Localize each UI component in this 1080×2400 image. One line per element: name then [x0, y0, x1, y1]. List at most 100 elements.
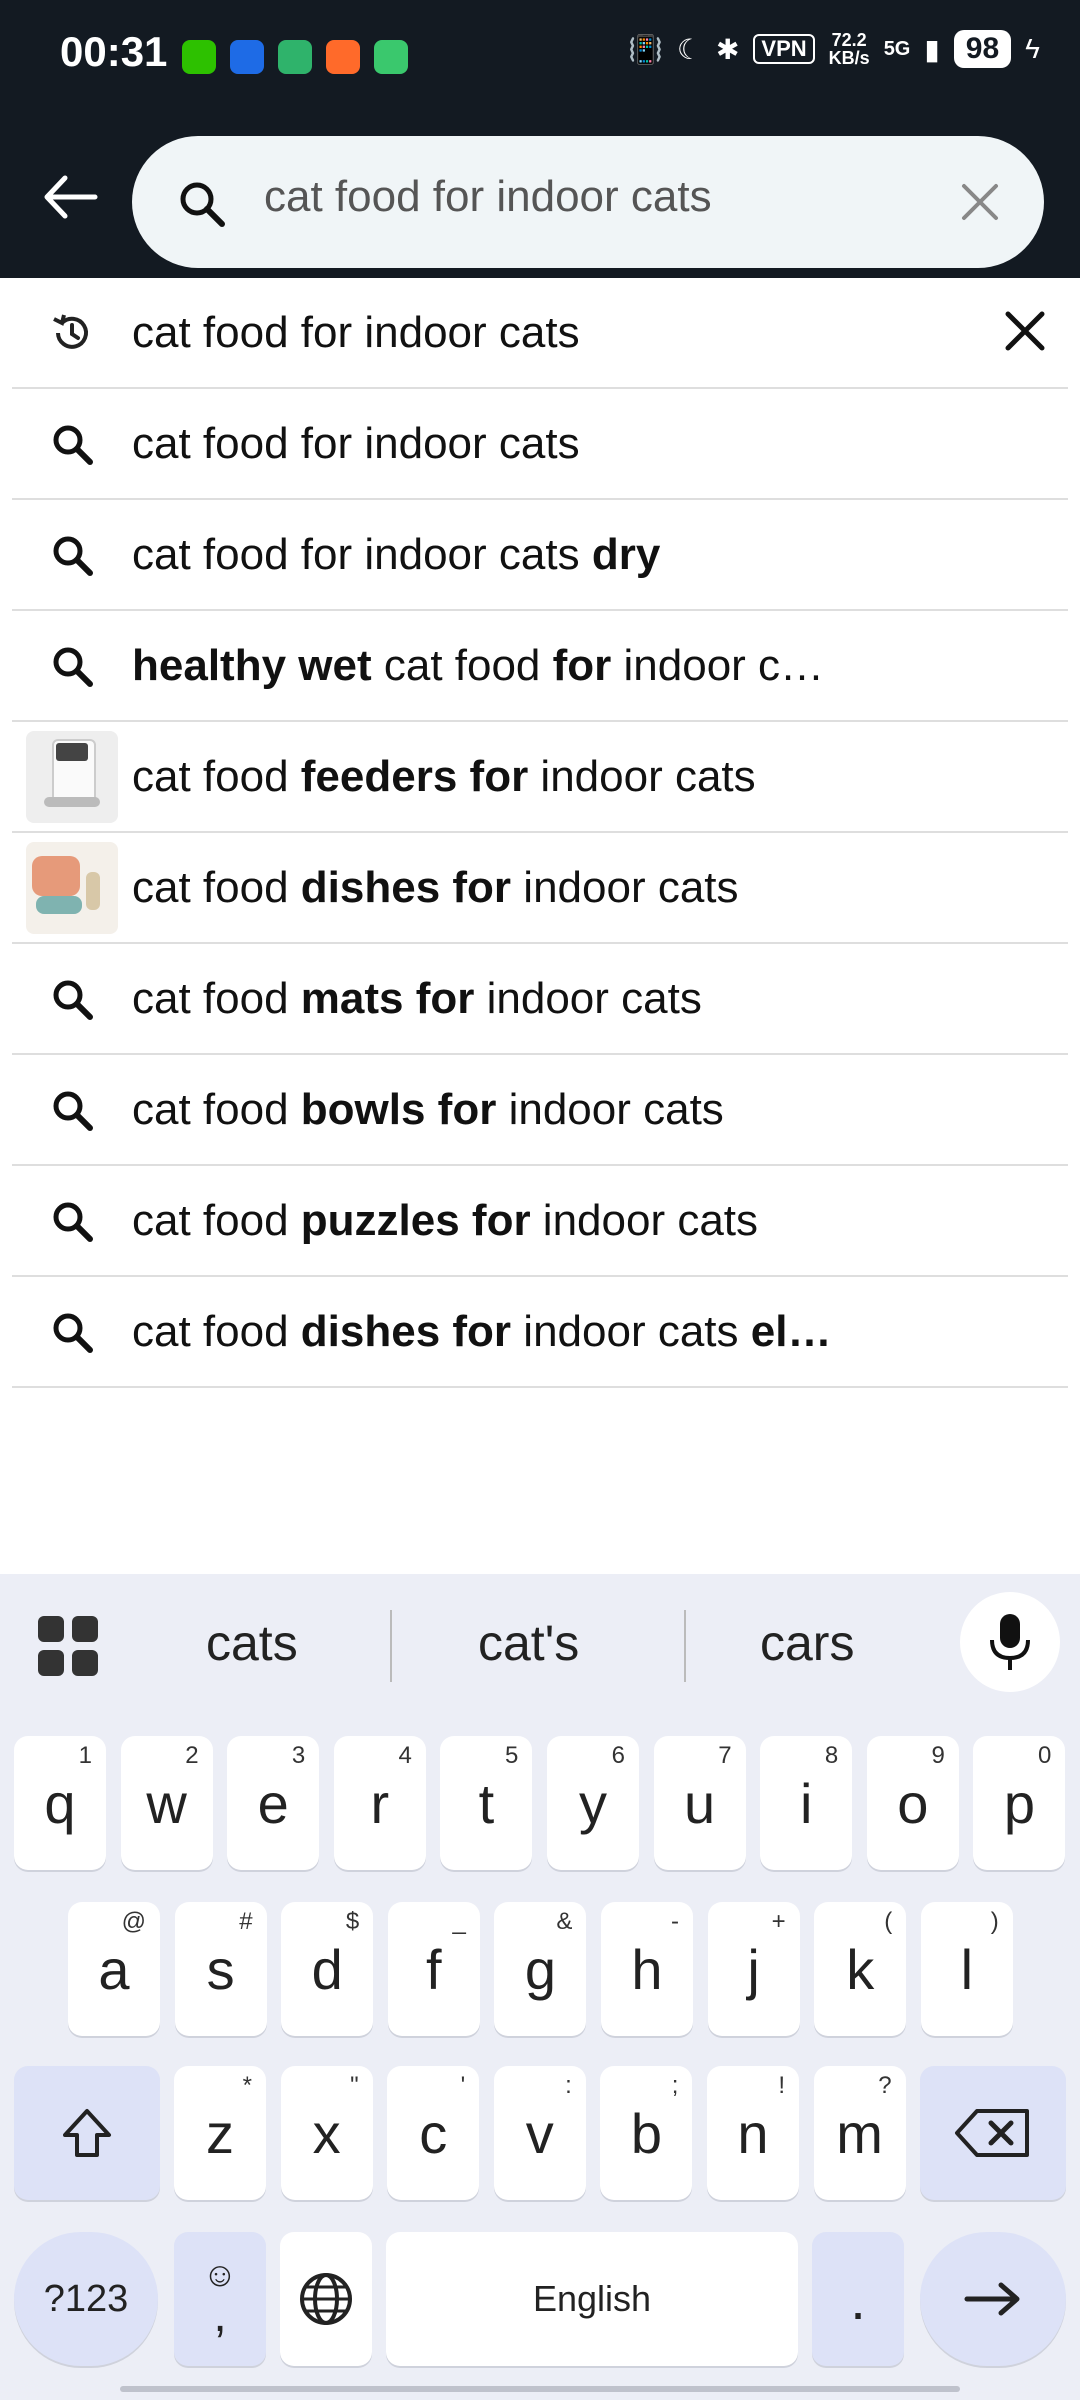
key-m[interactable]: m? [813, 2066, 906, 2200]
remove-history-button[interactable] [1002, 308, 1048, 359]
key-r[interactable]: r4 [333, 1736, 426, 1870]
suggestion-item[interactable]: healthy wet cat food for indoor c… [12, 611, 1068, 722]
app-icon [278, 40, 312, 74]
suggestion-item[interactable]: cat food bowls for indoor cats [12, 1055, 1068, 1166]
key-l[interactable]: l) [920, 1902, 1013, 2036]
suggestion-item[interactable]: cat food mats for indoor cats [12, 944, 1068, 1055]
battery-level: 98 [953, 30, 1012, 68]
key-e[interactable]: e3 [227, 1736, 320, 1870]
key-u[interactable]: u7 [653, 1736, 746, 1870]
suggestion-text-part: for [552, 640, 612, 690]
keyboard-suggestion[interactable]: cars [760, 1614, 854, 1672]
suggestion-text: cat food for indoor cats [132, 308, 952, 358]
key-secondary-label: _ [452, 1908, 466, 1935]
symbols-key[interactable]: ?123 [14, 2232, 158, 2366]
suggestion-text-part: indoor cats [474, 973, 702, 1023]
search-icon [53, 1202, 93, 1242]
suggestion-leading [12, 309, 132, 357]
key-b[interactable]: b; [600, 2066, 693, 2200]
key-secondary-label: @ [121, 1908, 146, 1935]
suggestion-text-part: mats for [300, 973, 475, 1023]
app-icon [230, 40, 264, 74]
suggestion-item[interactable]: cat food puzzles for indoor cats [12, 1166, 1068, 1277]
suggestion-leading [12, 1088, 132, 1132]
search-input[interactable]: cat food for indoor cats [132, 136, 1044, 268]
suggestion-leading [12, 841, 132, 934]
key-y[interactable]: y6 [547, 1736, 639, 1870]
search-query-text[interactable]: cat food for indoor cats [264, 172, 712, 222]
gesture-bar[interactable] [120, 2386, 960, 2392]
key-n[interactable]: n! [707, 2066, 799, 2200]
key-p[interactable]: p0 [973, 1736, 1066, 1870]
suggestion-text-part: cat food [132, 1306, 301, 1356]
key-label: n [737, 2101, 769, 2165]
key-h[interactable]: h- [601, 1902, 693, 2036]
enter-key[interactable] [920, 2232, 1066, 2366]
suggestion-item[interactable]: cat food dishes for indoor cats el… [12, 1277, 1068, 1388]
voice-input-button[interactable] [960, 1592, 1060, 1692]
apps-grid-icon[interactable] [36, 1614, 100, 1678]
network-speed: 72.2 KB/s [828, 30, 870, 68]
suggestion-text-part: puzzles for [300, 1195, 531, 1245]
suggestion-item[interactable]: cat food for indoor cats [12, 278, 1068, 389]
app-icon [326, 40, 360, 74]
search-header: cat food for indoor cats [0, 112, 1080, 278]
key-j[interactable]: j + [707, 1902, 800, 2036]
charging-icon: ϟ [1025, 33, 1040, 64]
notification-icons [182, 40, 408, 74]
key-c[interactable]: c ' [387, 2066, 480, 2200]
product-thumbnail [26, 841, 118, 934]
back-button[interactable] [34, 162, 104, 232]
key-x[interactable]: x " [280, 2066, 373, 2200]
key-t[interactable]: t5 [440, 1736, 533, 1870]
comma-emoji-key[interactable]: ☺, [174, 2232, 266, 2366]
suggestion-item[interactable]: cat food dishes for indoor cats [12, 833, 1068, 944]
keyboard-suggestion-bar: cats cat's cars [0, 1574, 1080, 1714]
key-label: i [799, 1771, 813, 1835]
key-a[interactable]: a @ [68, 1902, 160, 2036]
key-label: v [525, 2101, 554, 2165]
space-key[interactable]: English [386, 2232, 798, 2366]
key-label: z [206, 2101, 234, 2165]
clear-search-button[interactable] [952, 174, 1008, 230]
suggestion-list: cat food for indoor cats cat food for ind… [12, 278, 1068, 1388]
key-label: h [631, 1937, 663, 2001]
language-key[interactable] [280, 2232, 372, 2366]
key-w[interactable]: w2 [120, 1736, 213, 1870]
key-g[interactable]: g & [494, 1902, 587, 2036]
key-s[interactable]: s # [174, 1902, 267, 2036]
suggestion-item[interactable]: cat food feeders for indoor cats [12, 722, 1068, 833]
key-secondary-label: $ [345, 1908, 360, 1935]
key-f[interactable]: f _ [387, 1902, 480, 2036]
suggestion-text-part: cat food [132, 862, 301, 912]
keyboard-suggestion[interactable]: cat's [478, 1614, 579, 1672]
suggestion-item[interactable]: cat food for indoor cats [12, 389, 1068, 500]
key-secondary-label: 7 [718, 1742, 732, 1769]
key-z[interactable]: z * [174, 2066, 266, 2200]
key-i[interactable]: i8 [760, 1736, 853, 1870]
key-o[interactable]: o9 [866, 1736, 959, 1870]
shift-key[interactable] [14, 2066, 160, 2200]
key-q[interactable]: q1 [14, 1736, 106, 1870]
keyboard: cats cat's cars q 1 w 2 e 3 r 4 t 5 y 6 u 7 i 8 o 9 p 0 a @ s #… [0, 1574, 1080, 2400]
history-icon [53, 314, 88, 349]
suggestion-item[interactable]: cat food for indoor cats dry [12, 500, 1068, 611]
key-secondary-label: & [556, 1908, 573, 1935]
suggestion-leading [12, 533, 132, 577]
key-d[interactable]: d $ [281, 1902, 374, 2036]
key-v[interactable]: v: [493, 2066, 586, 2200]
keyboard-suggestion[interactable]: cats [206, 1614, 298, 1672]
key-secondary-label: 1 [78, 1742, 92, 1769]
suggestion-text-part: cat food for indoor cats [132, 307, 580, 357]
suggestion-text-part: dishes for [300, 862, 512, 912]
suggestion-text-part: el… [750, 1306, 832, 1356]
key-k[interactable]: k( [814, 1902, 907, 2036]
period-key[interactable]: . [812, 2232, 904, 2366]
key-label: u [684, 1771, 716, 1835]
key-secondary-label: ' [460, 2072, 466, 2099]
key-label: t [478, 1771, 495, 1835]
key-label: a [98, 1937, 130, 2001]
search-icon [53, 1091, 93, 1131]
key-label: b [630, 2101, 662, 2165]
backspace-key[interactable] [920, 2066, 1066, 2200]
